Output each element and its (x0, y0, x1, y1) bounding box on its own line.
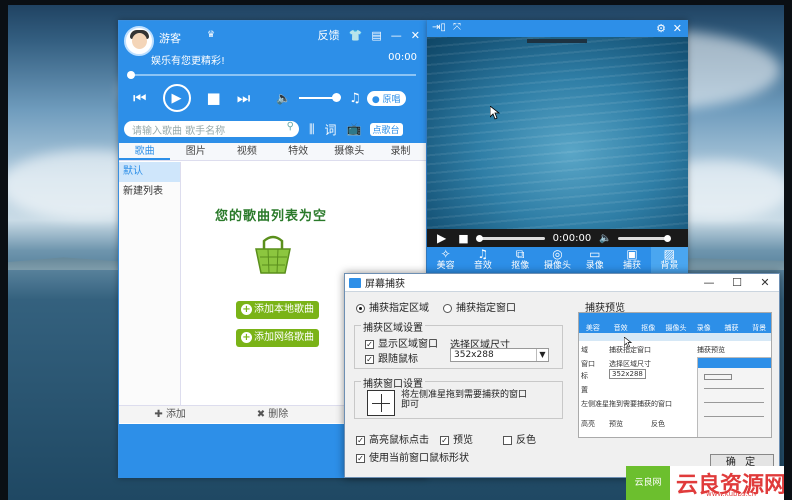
screen-border (0, 0, 792, 500)
